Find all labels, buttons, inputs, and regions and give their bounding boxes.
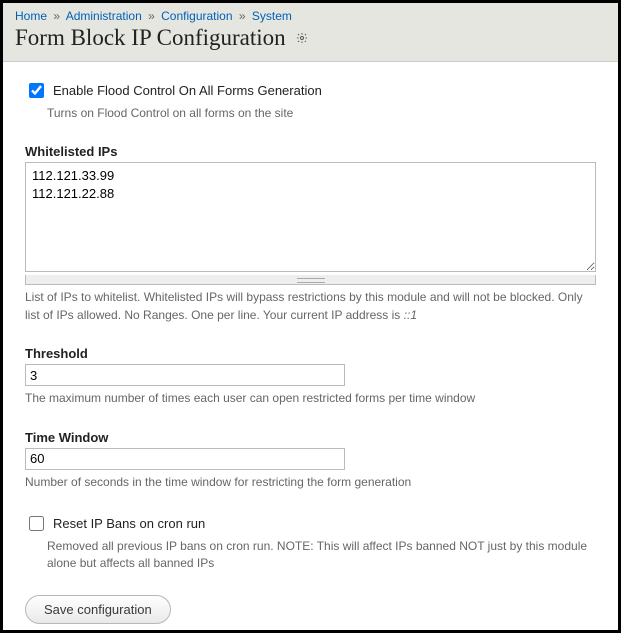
time-window-input[interactable]	[25, 448, 345, 470]
breadcrumb-system[interactable]: System	[252, 9, 292, 23]
breadcrumb-separator: »	[148, 9, 155, 23]
gear-icon[interactable]	[296, 32, 308, 44]
page-title-text: Form Block IP Configuration	[15, 25, 286, 51]
current-ip-value: ::1	[404, 308, 417, 322]
reset-bans-item: Reset IP Bans on cron run Removed all pr…	[25, 513, 596, 573]
page-title: Form Block IP Configuration	[15, 25, 606, 51]
form-content: Enable Flood Control On All Forms Genera…	[3, 62, 618, 644]
breadcrumb-administration[interactable]: Administration	[66, 9, 142, 23]
enable-flood-description: Turns on Flood Control on all forms on t…	[47, 105, 596, 122]
reset-bans-label[interactable]: Reset IP Bans on cron run	[53, 516, 205, 531]
breadcrumb: Home » Administration » Configuration » …	[15, 9, 606, 23]
textarea-resize-grippie[interactable]	[25, 275, 596, 285]
enable-flood-checkbox[interactable]	[29, 83, 44, 98]
breadcrumb-separator: »	[53, 9, 60, 23]
whitelist-label: Whitelisted IPs	[25, 144, 596, 159]
time-window-label: Time Window	[25, 430, 596, 445]
time-window-description: Number of seconds in the time window for…	[25, 474, 596, 491]
threshold-input[interactable]	[25, 364, 345, 386]
enable-flood-label[interactable]: Enable Flood Control On All Forms Genera…	[53, 83, 322, 98]
whitelist-textarea[interactable]	[25, 162, 596, 272]
threshold-label: Threshold	[25, 346, 596, 361]
whitelist-item: Whitelisted IPs List of IPs to whitelist…	[25, 144, 596, 324]
enable-flood-item: Enable Flood Control On All Forms Genera…	[25, 80, 596, 122]
breadcrumb-separator: »	[239, 9, 246, 23]
breadcrumb-configuration[interactable]: Configuration	[161, 9, 232, 23]
threshold-description: The maximum number of times each user ca…	[25, 390, 596, 407]
save-configuration-button[interactable]: Save configuration	[25, 595, 171, 624]
threshold-item: Threshold The maximum number of times ea…	[25, 346, 596, 407]
reset-bans-checkbox[interactable]	[29, 516, 44, 531]
whitelist-description: List of IPs to whitelist. Whitelisted IP…	[25, 289, 596, 324]
whitelist-description-text: List of IPs to whitelist. Whitelisted IP…	[25, 290, 583, 321]
reset-bans-description: Removed all previous IP bans on cron run…	[47, 538, 596, 573]
time-window-item: Time Window Number of seconds in the tim…	[25, 430, 596, 491]
form-actions: Save configuration	[25, 595, 596, 624]
breadcrumb-home[interactable]: Home	[15, 9, 47, 23]
header-band: Home » Administration » Configuration » …	[3, 3, 618, 62]
